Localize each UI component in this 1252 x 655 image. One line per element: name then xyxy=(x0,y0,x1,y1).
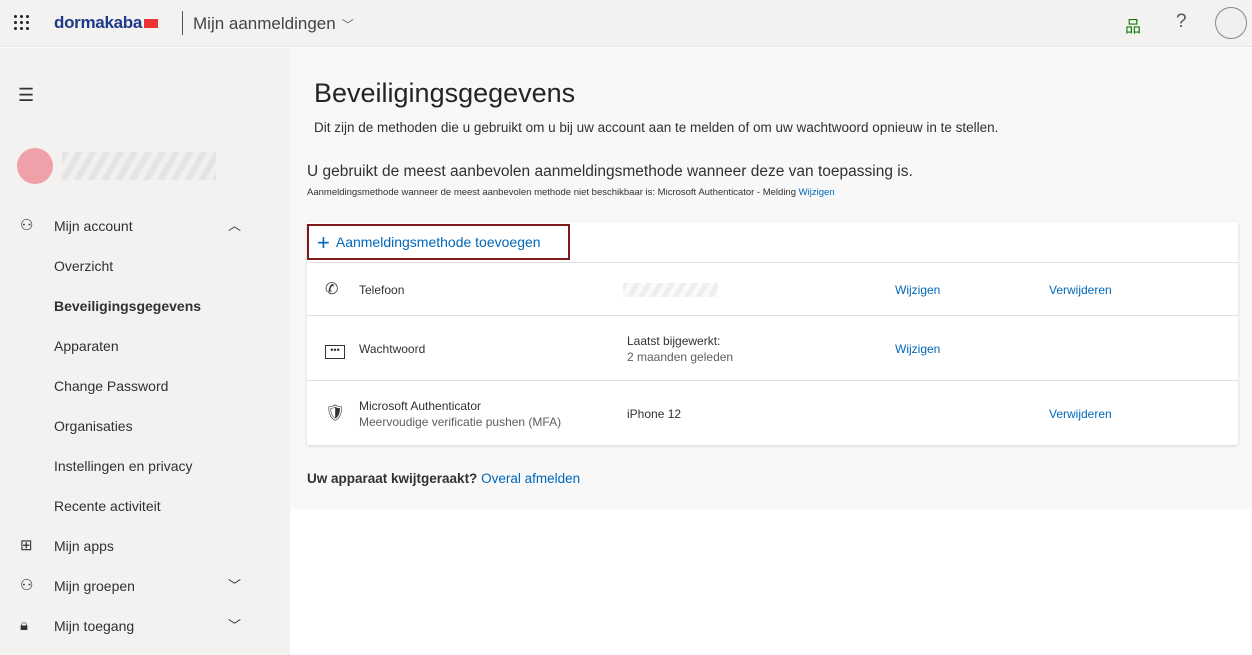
label: Beveiligingsgegevens xyxy=(54,298,202,314)
avatar[interactable] xyxy=(1215,7,1247,39)
chevron-down-icon: ﹀ xyxy=(228,618,242,633)
chevron-down-icon: ﹀ xyxy=(228,578,242,593)
app-launcher-icon[interactable] xyxy=(14,15,30,31)
fallback-label: Aanmeldingsmethode wanneer de meest aanb… xyxy=(307,187,797,198)
sign-out-everywhere-link[interactable]: Overal afmelden xyxy=(481,471,580,486)
lock-icon: 🔒︎ xyxy=(20,617,28,634)
sidebar-item-organisaties[interactable]: Organisaties xyxy=(0,406,290,446)
chevron-down-icon: ﹀ xyxy=(341,18,354,32)
add-method-button[interactable]: + Aanmeldingsmethode toevoegen xyxy=(307,224,570,260)
user-name-redacted xyxy=(62,152,216,180)
person-icon: ⚇ xyxy=(20,217,34,234)
label: Recente activiteit xyxy=(54,498,161,514)
fallback-change-link[interactable]: Wijzigen xyxy=(799,187,835,198)
sidebar-item-mijn-toegang[interactable]: 🔒︎ Mijn toegang ﹀ xyxy=(0,606,290,646)
groups-icon: ⚇ xyxy=(20,577,34,594)
method-name: Telefoon xyxy=(359,283,405,297)
apps-icon: ⊞ xyxy=(20,537,33,554)
sidebar-item-overzicht[interactable]: Overzicht xyxy=(0,246,290,286)
phone-icon: ✆ xyxy=(325,281,339,298)
sidebar-item-recente-activiteit[interactable]: Recente activiteit xyxy=(0,486,290,526)
divider xyxy=(182,11,183,35)
main-content: Beveiligingsgegevens Dit zijn de methode… xyxy=(290,48,1252,509)
label: Mijn apps xyxy=(54,538,114,554)
method-name: Wachtwoord xyxy=(359,342,426,356)
sidebar-item-beveiligingsgegevens[interactable]: Beveiligingsgegevens xyxy=(0,286,290,326)
app-title-dropdown[interactable]: Mijn aanmeldingen ﹀ xyxy=(193,14,354,34)
phone-number-redacted xyxy=(623,283,718,297)
page-description: Dit zijn de methoden die u gebruikt om u… xyxy=(314,120,999,135)
label: Apparaten xyxy=(54,338,119,354)
remove-link[interactable]: Verwijderen xyxy=(1049,407,1112,421)
label: Mijn account xyxy=(54,218,133,234)
password-icon: ••• xyxy=(325,340,345,359)
change-link[interactable]: Wijzigen xyxy=(895,283,940,297)
label: Mijn groepen xyxy=(54,578,135,594)
org-chart-icon[interactable]: 品 xyxy=(1125,13,1141,37)
detail-sub: 2 maanden geleden xyxy=(627,350,734,364)
method-name: Microsoft Authenticator xyxy=(359,399,482,413)
lost-device: Uw apparaat kwijtgeraakt? Overal afmelde… xyxy=(307,471,580,486)
label: Aanmeldingsmethode toevoegen xyxy=(335,234,541,250)
method-row-authenticator: 🛡︎ Microsoft Authenticator Meervoudige v… xyxy=(307,380,1238,445)
sidebar: ☰ ⚇ Mijn account ︿ Overzicht Beveiligingsg… xyxy=(0,48,290,655)
label: Instellingen en privacy xyxy=(54,458,193,474)
change-link[interactable]: Wijzigen xyxy=(895,342,940,356)
methods-card: + Aanmeldingsmethode toevoegen ✆ Telefoon… xyxy=(307,222,1238,445)
sidebar-item-instellingen[interactable]: Instellingen en privacy xyxy=(0,446,290,486)
sidebar-item-mijn-apps[interactable]: ⊞ Mijn apps xyxy=(0,526,290,566)
method-row-telefoon: ✆ Telefoon Wijzigen Verwijderen xyxy=(307,262,1238,316)
label: Mijn toegang xyxy=(54,618,135,634)
chevron-up-icon: ︿ xyxy=(228,218,242,233)
page-title: Beveiligingsgegevens xyxy=(314,78,576,108)
fallback-text: Aanmeldingsmethode wanneer de meest aanb… xyxy=(307,187,835,198)
hamburger-icon[interactable]: ☰ xyxy=(18,85,34,106)
label: Change Password xyxy=(54,378,169,394)
sidebar-item-apparaten[interactable]: Apparaten xyxy=(0,326,290,366)
detail: Laatst bijgewerkt: xyxy=(627,334,721,348)
top-bar: dormakaba Mijn aanmeldingen ﹀ 品 ? xyxy=(0,0,1252,47)
app-title: Mijn aanmeldingen xyxy=(193,14,336,33)
logo: dormakaba xyxy=(54,13,159,33)
sidebar-item-change-password[interactable]: Change Password xyxy=(0,366,290,406)
plus-icon: + xyxy=(317,230,330,255)
sidebar-item-mijn-groepen[interactable]: ⚇ Mijn groepen ﹀ xyxy=(0,566,290,606)
method-sub: Meervoudige verificatie pushen (MFA) xyxy=(359,415,562,429)
label: Organisaties xyxy=(54,418,133,434)
device-name: iPhone 12 xyxy=(627,407,682,421)
recommended-text: U gebruikt de meest aanbevolen aanmeldin… xyxy=(307,163,913,180)
lost-device-question: Uw apparaat kwijtgeraakt? xyxy=(307,471,478,486)
sidebar-item-mijn-account[interactable]: ⚇ Mijn account ︿ xyxy=(0,206,290,246)
label: Overzicht xyxy=(54,258,114,274)
method-row-wachtwoord: ••• Wachtwoord Laatst bijgewerkt: 2 maan… xyxy=(307,315,1238,381)
remove-link[interactable]: Verwijderen xyxy=(1049,283,1112,297)
user-avatar xyxy=(17,148,53,184)
help-icon[interactable]: ? xyxy=(1176,11,1187,33)
authenticator-icon: 🛡︎ xyxy=(325,405,346,422)
